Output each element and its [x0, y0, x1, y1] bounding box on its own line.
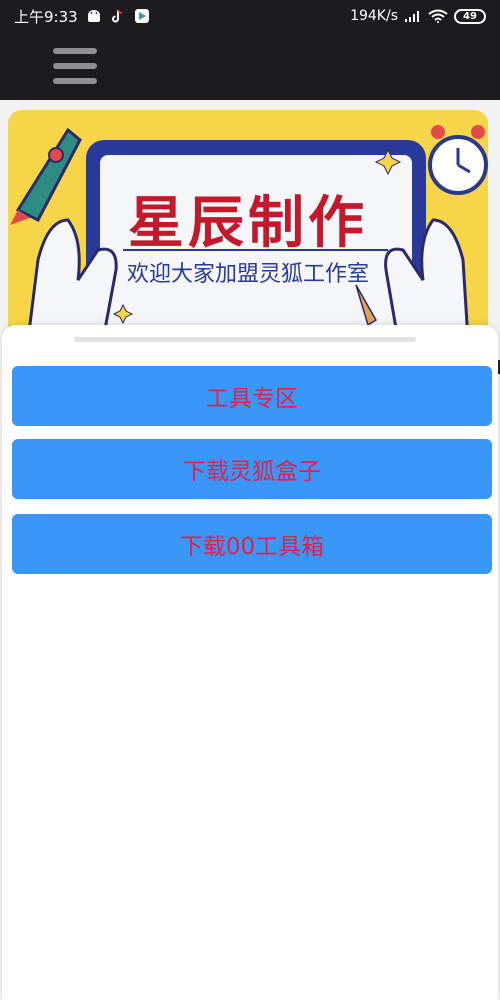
network-speed: 194K/s	[350, 8, 398, 24]
wifi-icon	[428, 9, 448, 23]
bottom-sheet: 工具专区 下载灵狐盒子 下载00工具箱	[2, 325, 498, 1000]
status-left: 上午9:33	[14, 6, 150, 27]
android-icon	[87, 10, 100, 22]
hamburger-menu-icon[interactable]	[50, 44, 100, 88]
download-toolbox-button[interactable]: 下载00工具箱	[12, 514, 492, 574]
tools-zone-button[interactable]: 工具专区	[12, 366, 492, 426]
battery-icon: 49	[454, 8, 486, 24]
signal-icon	[405, 11, 419, 22]
banner-subtitle: 欢迎大家加盟灵狐工作室	[126, 262, 369, 287]
status-right: 194K/s 49	[350, 8, 486, 24]
banner-title: 星辰制作	[128, 191, 368, 256]
play-store-icon	[134, 9, 149, 23]
app-bar	[0, 32, 500, 100]
banner-image: 星辰制作 欢迎大家加盟灵狐工作室	[8, 110, 488, 340]
status-time: 上午9:33	[14, 7, 78, 26]
sheet-drag-handle[interactable]	[74, 337, 416, 342]
tiktok-icon	[111, 9, 122, 23]
status-bar: 上午9:33 194K/s 49	[0, 0, 500, 32]
download-linghu-box-button[interactable]: 下载灵狐盒子	[12, 439, 492, 499]
